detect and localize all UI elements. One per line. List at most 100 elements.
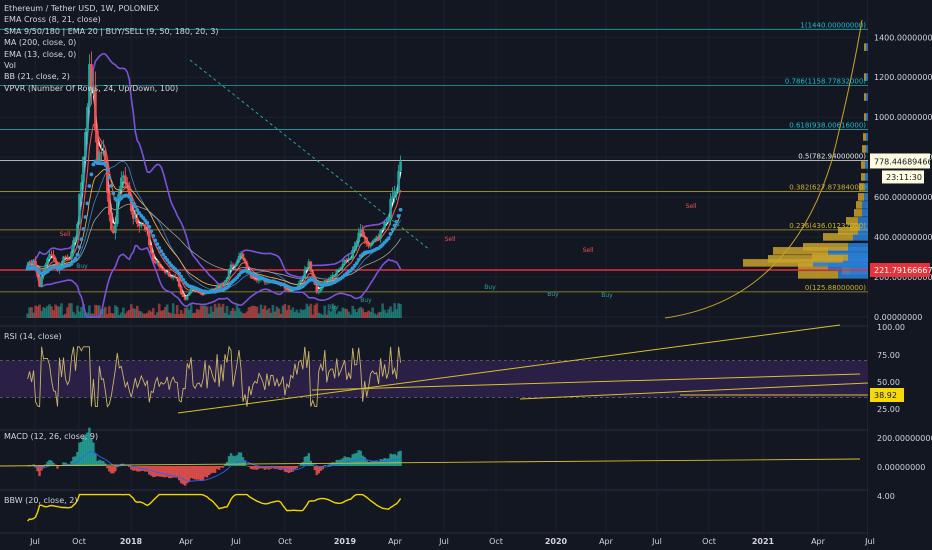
candle-body [301, 277, 305, 280]
price-axis[interactable]: 1400.000000001200.000000001000.000000008… [868, 0, 932, 550]
time-tick-label: Apr [811, 537, 826, 546]
legend-indicator[interactable]: BB (21, close, 2) [4, 71, 219, 82]
ema-dot [79, 237, 84, 242]
ema-dot [396, 214, 401, 218]
candle-body [337, 269, 341, 271]
candle-body [357, 232, 360, 243]
candle-body [373, 239, 376, 242]
ema-dot [109, 183, 114, 188]
macd-pane-label[interactable]: MACD (12, 26, close, 9) [4, 432, 98, 441]
candle-body [235, 262, 239, 266]
countdown-text: 23:11:30 [886, 173, 922, 182]
ema-dot [354, 261, 359, 266]
candle-body [135, 217, 139, 224]
ema-dot [83, 215, 88, 219]
candle-body [82, 156, 85, 183]
sell-signal: Sell [60, 231, 71, 238]
vpvr-down-bar [856, 201, 862, 209]
candle-body [120, 177, 123, 190]
candle-body [303, 269, 307, 278]
vpvr-up-bar [866, 93, 868, 101]
buy-signal: Buy [601, 292, 613, 299]
ema-dot [111, 191, 116, 196]
macd-histogram-bar [56, 466, 59, 469]
ema-dot [127, 194, 132, 199]
ema-dot [356, 257, 361, 262]
candle-body [132, 211, 135, 219]
bbw-pane-label[interactable]: BBW (20, close, 2) [4, 496, 77, 505]
candle-body [161, 268, 165, 271]
candle-body [327, 279, 331, 281]
candle-body [114, 224, 117, 233]
time-tick-label: Oct [702, 537, 716, 546]
candle-body [305, 267, 309, 270]
ema-dot [155, 242, 160, 246]
legend-indicator[interactable]: Vol [4, 60, 219, 71]
price-tick-label: 0.00000000 [874, 313, 922, 322]
candle-body [201, 294, 205, 296]
candle-body [76, 223, 79, 238]
candle-body [353, 246, 356, 251]
ema-dot [153, 238, 158, 243]
legend-indicator[interactable]: EMA Cross (8, 21, close) [4, 14, 219, 25]
rsi-pane-label[interactable]: RSI (14, close) [4, 332, 62, 341]
ema-dot [133, 204, 138, 209]
candle-body [54, 258, 57, 263]
fib-label: 0(125.88000000) [805, 284, 866, 292]
vpvr-up-bar [862, 201, 868, 209]
candle-body [104, 152, 107, 163]
ema-dot [135, 208, 140, 212]
vpvr-up-bar [838, 271, 868, 279]
legend-indicator[interactable]: SMA 9/50/180 | EMA 20 | BUY/SELL (9, 50,… [4, 26, 219, 37]
candle-body [399, 161, 402, 172]
candle-body [361, 229, 364, 237]
candle-body [94, 88, 97, 131]
vpvr-up-bar [866, 133, 868, 141]
candle-body [371, 241, 374, 245]
ema-dot [87, 184, 92, 188]
candle-body [84, 132, 87, 157]
ema-dot [159, 249, 164, 254]
sell-signal: Sell [445, 236, 456, 243]
legend-indicator[interactable]: MA (200, close, 0) [4, 37, 219, 48]
candle-body [383, 221, 386, 229]
macd-histogram-bar [311, 464, 315, 466]
vpvr-down-bar [803, 243, 848, 251]
price-tick-label: 1000.00000000 [874, 113, 932, 122]
rsi-tick-label: 75.00 [877, 351, 900, 360]
fib-label: 0.618(938.00616000) [789, 122, 866, 130]
macd-tick-label: 0.00000000 [877, 463, 925, 472]
red-level-text: 221.79166667 [874, 266, 932, 275]
candle-body [179, 286, 183, 295]
ema-dot [129, 198, 134, 202]
legend-indicator[interactable]: EMA (13, close, 0) [4, 49, 219, 60]
time-tick-label: 2018 [120, 537, 143, 546]
ema-dot [81, 227, 86, 231]
volume-bar [399, 304, 402, 318]
candle-body [199, 292, 203, 295]
candle-body [62, 256, 65, 264]
ema-dot [75, 252, 80, 257]
bbw-tick-label: 4.00 [877, 492, 895, 501]
candle-body [78, 193, 81, 224]
sell-signal: Sell [686, 203, 697, 210]
legend-indicator[interactable]: VPVR (Number Of Rows, 24, Up/Down, 100) [4, 83, 219, 94]
time-tick-label: 2019 [334, 537, 357, 546]
candle-body [46, 258, 49, 265]
ema-dot [157, 245, 162, 250]
candle-body [319, 287, 323, 291]
candle-body [44, 264, 47, 271]
time-tick-label: Apr [388, 537, 403, 546]
time-tick-label: Jul [864, 537, 875, 546]
candle-body [187, 292, 191, 296]
candle-body [349, 258, 353, 260]
vpvr-up-bar [865, 173, 868, 181]
candle-body [177, 279, 181, 287]
candle-body [397, 171, 400, 191]
fib-label: 0.786(1158.77832000) [785, 77, 866, 85]
macd-histogram-bar [221, 466, 225, 468]
candle-body [98, 152, 101, 163]
candle-body [66, 256, 69, 259]
ema-dot [147, 224, 152, 229]
candle-body [251, 277, 255, 279]
